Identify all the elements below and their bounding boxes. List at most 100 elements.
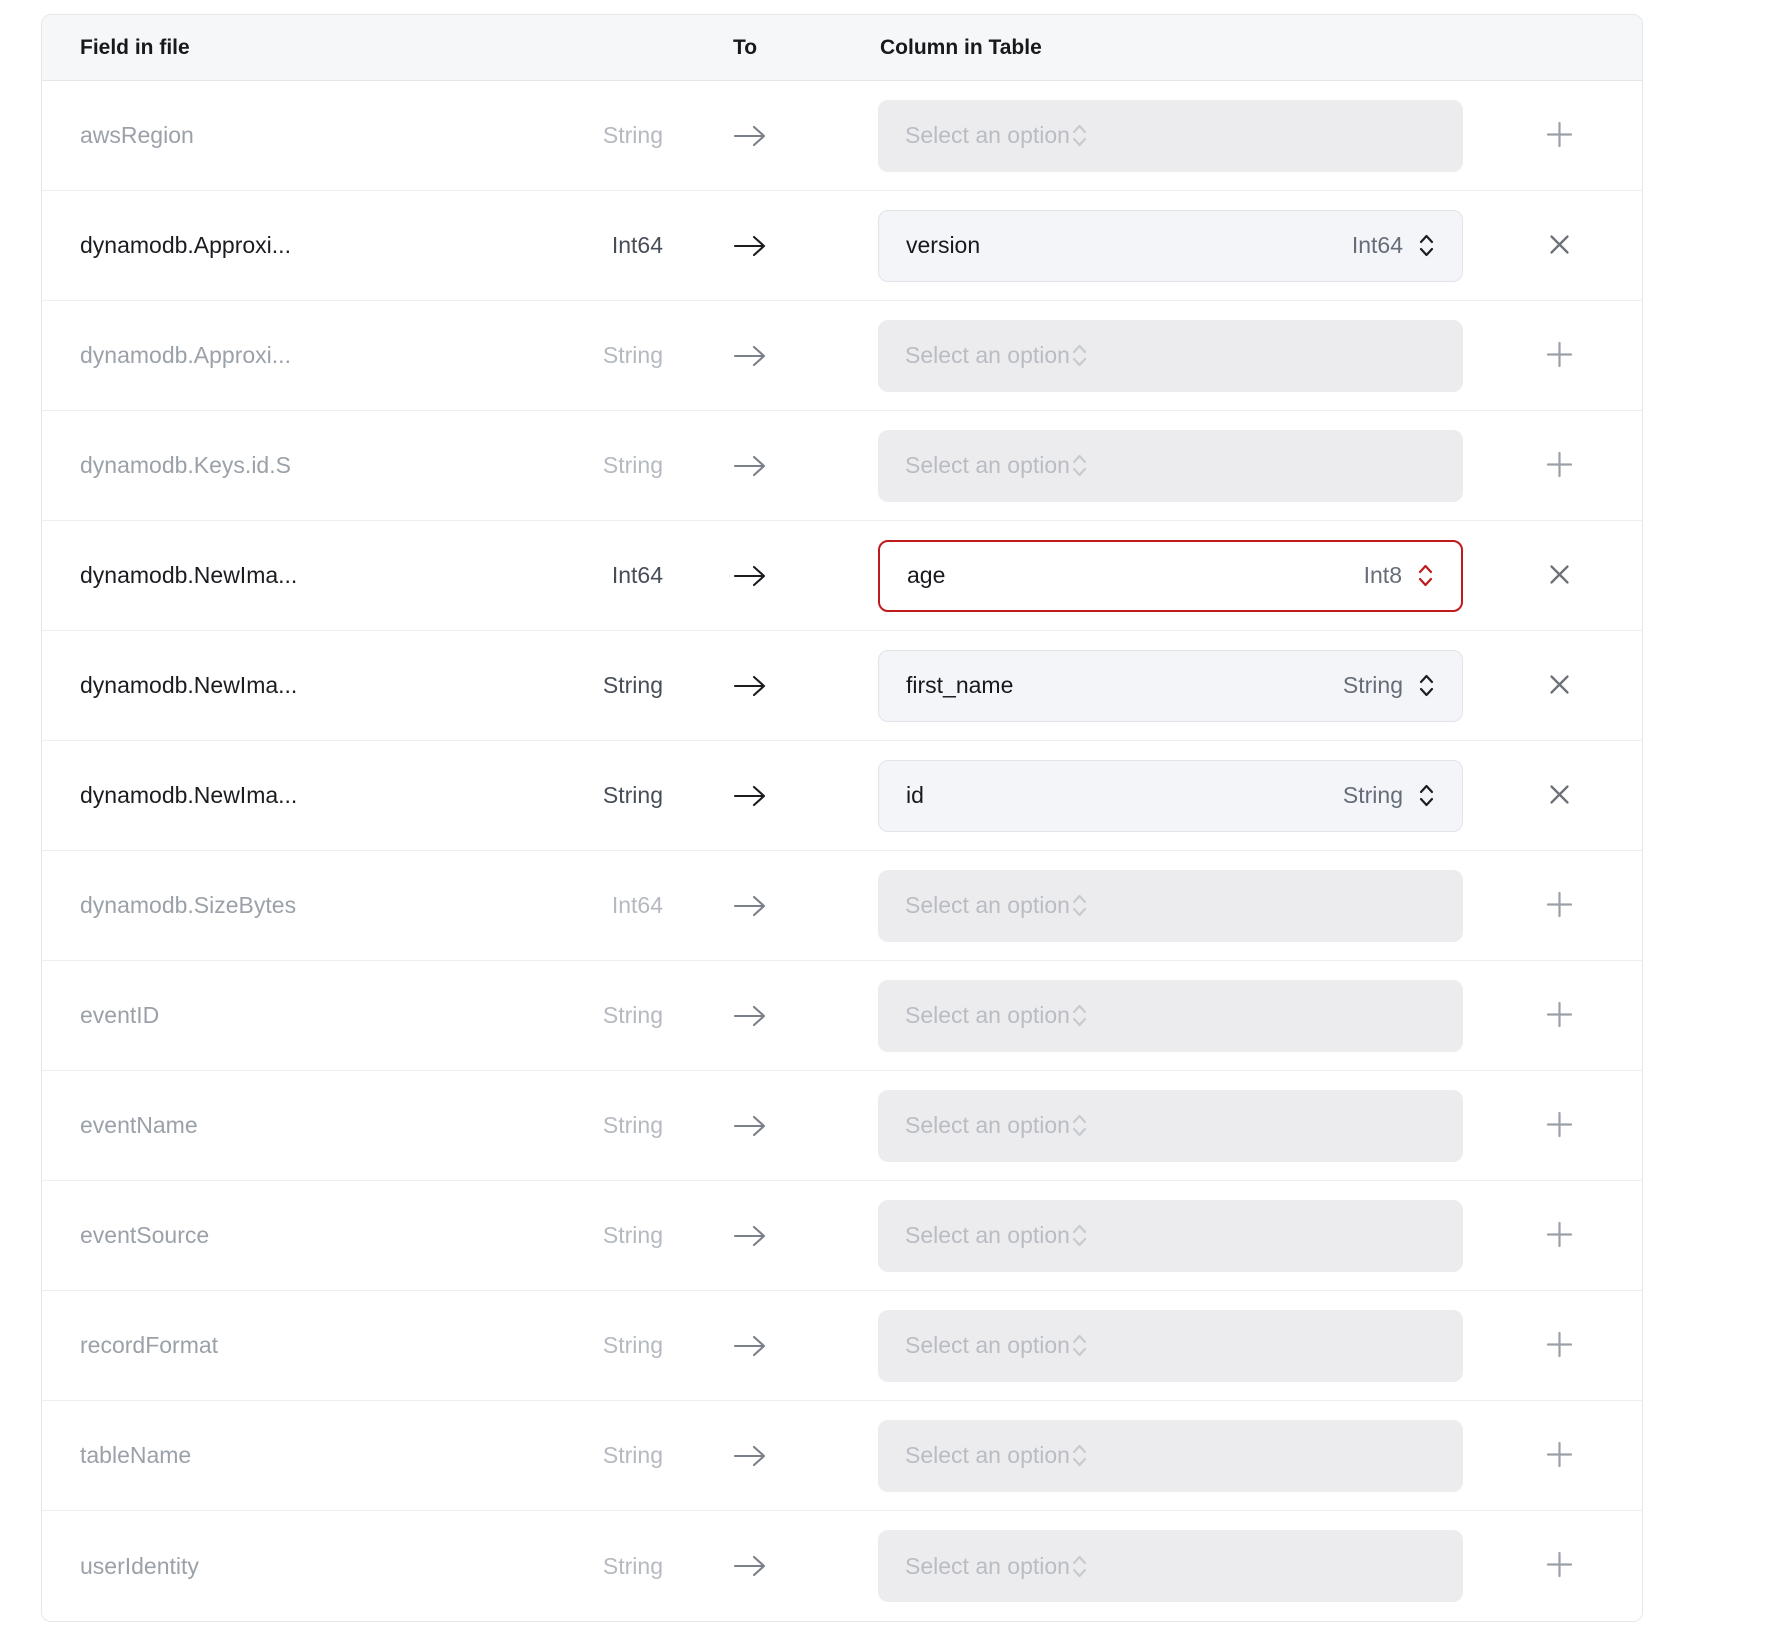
x-icon xyxy=(1547,782,1572,810)
column-select[interactable]: Select an option xyxy=(878,1200,1463,1272)
column-select-value: Select an option xyxy=(905,1553,1070,1580)
field-type: String xyxy=(603,782,663,809)
add-mapping-button[interactable] xyxy=(1536,1101,1583,1151)
plus-icon xyxy=(1544,1329,1575,1363)
field-type: String xyxy=(603,452,663,479)
column-select-type: Int64 xyxy=(1352,232,1403,259)
column-select[interactable]: version Int64 xyxy=(878,210,1463,282)
column-select[interactable]: Select an option xyxy=(878,1310,1463,1382)
column-select-value: id xyxy=(906,782,924,809)
column-select[interactable]: Select an option xyxy=(878,1090,1463,1162)
x-icon xyxy=(1547,232,1572,260)
updown-chevron-icon xyxy=(1070,342,1089,369)
field-type: String xyxy=(603,1002,663,1029)
add-mapping-button[interactable] xyxy=(1536,881,1583,931)
updown-chevron-icon xyxy=(1417,672,1436,699)
field-name: recordFormat xyxy=(42,1332,540,1359)
add-mapping-button[interactable] xyxy=(1536,1321,1583,1371)
column-header-field-in-file: Field in file xyxy=(42,36,540,60)
plus-icon xyxy=(1544,1439,1575,1473)
column-header-column-in-table: Column in Table xyxy=(878,36,1042,60)
column-select-value: first_name xyxy=(906,672,1013,699)
field-name: eventName xyxy=(42,1112,540,1139)
field-name: userIdentity xyxy=(42,1553,540,1580)
arrow-right-icon xyxy=(733,1113,767,1139)
table-row: eventName String Select an option xyxy=(42,1071,1642,1181)
arrow-right-icon xyxy=(733,1553,767,1579)
arrow-right-icon xyxy=(733,1333,767,1359)
add-mapping-button[interactable] xyxy=(1536,441,1583,491)
arrow-right-icon xyxy=(733,233,767,259)
add-mapping-button[interactable] xyxy=(1536,1541,1583,1591)
column-select-value: Select an option xyxy=(905,452,1070,479)
field-name: dynamodb.Approxi... xyxy=(42,342,540,369)
remove-mapping-button[interactable] xyxy=(1539,224,1580,268)
field-type: String xyxy=(603,1442,663,1469)
plus-icon xyxy=(1544,1219,1575,1253)
updown-chevron-icon xyxy=(1070,1222,1089,1249)
field-type: String xyxy=(603,1112,663,1139)
column-select[interactable]: Select an option xyxy=(878,1530,1463,1602)
field-type: String xyxy=(603,672,663,699)
plus-icon xyxy=(1544,339,1575,373)
field-name: dynamodb.NewIma... xyxy=(42,562,540,589)
column-select[interactable]: age Int8 xyxy=(878,540,1463,612)
column-select-value: Select an option xyxy=(905,1002,1070,1029)
column-select[interactable]: Select an option xyxy=(878,980,1463,1052)
updown-chevron-icon xyxy=(1070,1553,1089,1580)
field-name: dynamodb.NewIma... xyxy=(42,782,540,809)
arrow-right-icon xyxy=(733,563,767,589)
remove-mapping-button[interactable] xyxy=(1539,664,1580,708)
field-mapping-table: Field in file To Column in Table awsRegi… xyxy=(41,14,1643,1622)
add-mapping-button[interactable] xyxy=(1536,1211,1583,1261)
field-name: dynamodb.Approxi... xyxy=(42,232,540,259)
column-select-value: Select an option xyxy=(905,1332,1070,1359)
add-mapping-button[interactable] xyxy=(1536,331,1583,381)
column-select[interactable]: Select an option xyxy=(878,430,1463,502)
plus-icon xyxy=(1544,889,1575,923)
column-select[interactable]: first_name String xyxy=(878,650,1463,722)
column-select-value: Select an option xyxy=(905,1222,1070,1249)
remove-mapping-button[interactable] xyxy=(1539,774,1580,818)
plus-icon xyxy=(1544,449,1575,483)
arrow-right-icon xyxy=(733,453,767,479)
x-icon xyxy=(1547,672,1572,700)
field-type: Int64 xyxy=(612,562,663,589)
column-select[interactable]: Select an option xyxy=(878,870,1463,942)
field-type: String xyxy=(603,1332,663,1359)
arrow-right-icon xyxy=(733,1003,767,1029)
field-type: String xyxy=(603,122,663,149)
column-select[interactable]: Select an option xyxy=(878,320,1463,392)
table-row: dynamodb.Approxi... Int64 version Int64 xyxy=(42,191,1642,301)
table-row: recordFormat String Select an option xyxy=(42,1291,1642,1401)
updown-chevron-icon xyxy=(1070,452,1089,479)
updown-chevron-icon xyxy=(1417,232,1436,259)
remove-mapping-button[interactable] xyxy=(1539,554,1580,598)
table-row: dynamodb.SizeBytes Int64 Select an optio… xyxy=(42,851,1642,961)
arrow-right-icon xyxy=(733,893,767,919)
column-select[interactable]: Select an option xyxy=(878,1420,1463,1492)
plus-icon xyxy=(1544,999,1575,1033)
add-mapping-button[interactable] xyxy=(1536,991,1583,1041)
updown-chevron-icon xyxy=(1417,782,1436,809)
column-select[interactable]: id String xyxy=(878,760,1463,832)
column-select-type: String xyxy=(1343,672,1403,699)
table-row: dynamodb.NewIma... String id String xyxy=(42,741,1642,851)
arrow-right-icon xyxy=(733,123,767,149)
field-name: eventID xyxy=(42,1002,540,1029)
field-name: tableName xyxy=(42,1442,540,1469)
column-select[interactable]: Select an option xyxy=(878,100,1463,172)
updown-chevron-icon xyxy=(1070,1002,1089,1029)
add-mapping-button[interactable] xyxy=(1536,111,1583,161)
arrow-right-icon xyxy=(733,343,767,369)
arrow-right-icon xyxy=(733,1223,767,1249)
field-name: dynamodb.SizeBytes xyxy=(42,892,540,919)
mapping-rows: awsRegion String Select an option xyxy=(42,81,1642,1621)
add-mapping-button[interactable] xyxy=(1536,1431,1583,1481)
plus-icon xyxy=(1544,1109,1575,1143)
column-select-type: Int8 xyxy=(1364,562,1402,589)
field-name: eventSource xyxy=(42,1222,540,1249)
field-type: String xyxy=(603,342,663,369)
table-row: dynamodb.Keys.id.S String Select an opti… xyxy=(42,411,1642,521)
column-select-value: Select an option xyxy=(905,1112,1070,1139)
